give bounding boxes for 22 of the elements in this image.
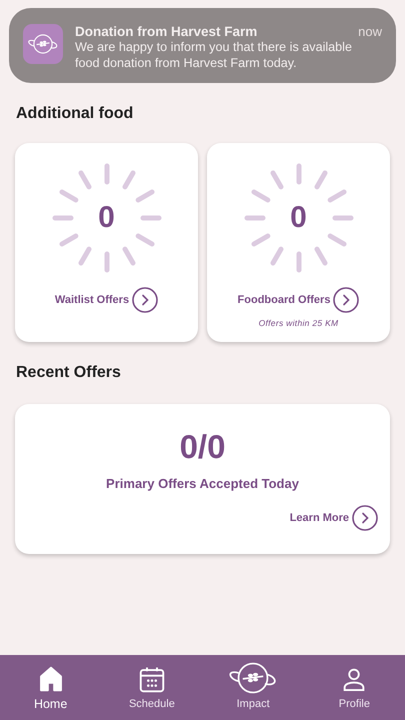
- chevron-right-icon[interactable]: [352, 505, 378, 531]
- nav-tab[interactable]: Impact: [202, 655, 304, 720]
- offer-count: 0: [98, 201, 115, 235]
- notification-time: now: [358, 24, 382, 39]
- nav-tab[interactable]: Profile: [304, 655, 405, 720]
- section-heading: Recent Offers: [16, 364, 122, 382]
- offers-link[interactable]: Foodboard Offers: [238, 294, 330, 306]
- nav-tab[interactable]: Schedule: [101, 655, 202, 720]
- offer-note: Offers within 25 KM: [258, 318, 338, 328]
- offer-count: 0: [290, 201, 307, 235]
- learn-more-link[interactable]: Learn More: [290, 512, 349, 524]
- offers-ratio: 0/0: [180, 428, 226, 466]
- chevron-right-icon[interactable]: [132, 287, 158, 313]
- offers-label: Primary Offers Accepted Today: [106, 476, 299, 491]
- notification-title: Donation from Harvest Farm: [75, 24, 258, 39]
- notification-banner[interactable]: Donation from Harvest Farm now We are happy to inform you that there is available food donation from Harvest Farm today.: [9, 8, 396, 83]
- nav-tab[interactable]: Home: [0, 655, 102, 720]
- section-heading: Additional food: [16, 105, 134, 123]
- chevron-right-icon[interactable]: [333, 287, 360, 313]
- notification-message: We are happy to inform you that there is available food donation from Harvest Farm today.: [75, 39, 353, 71]
- planet-icon: [27, 33, 59, 55]
- offers-link[interactable]: Waitlist Offers: [54, 294, 130, 306]
